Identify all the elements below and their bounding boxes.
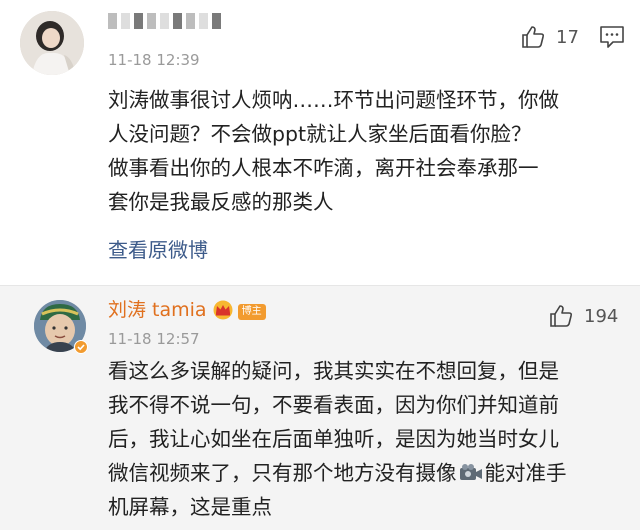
crown-icon (213, 300, 233, 320)
avatar-image (20, 11, 84, 75)
comment-line: 套你是我最反感的那类人 (108, 190, 334, 214)
reply-button[interactable] (598, 24, 626, 50)
video-camera-icon (459, 464, 482, 480)
comment-text: 看这么多误解的疑问，我其实实在不想回复，但是 我不得不说一句，不要看表面，因为你… (108, 354, 628, 524)
thumbs-up-icon (550, 305, 573, 327)
comment-line-text: 微信视频来了，只有那个地方没有摄像 (108, 461, 457, 485)
reply-card: 刘涛 tamia 博主 11-18 12:57 194 看这么多误解的疑问，我其… (0, 285, 640, 530)
comment-line: 看这么多误解的疑问，我其实实在不想回复，但是 (108, 359, 559, 383)
comment-text: 刘涛做事很讨人烦呐……环节出问题怪环节，你做 人没问题？不会做ppt就让人家坐后… (108, 83, 628, 219)
verified-icon (74, 340, 88, 354)
author-badge: 博主 (237, 304, 266, 320)
comment-line: 做事看出你的人根本不咋滴，离开社会奉承那一 (108, 156, 539, 180)
like-count: 194 (584, 305, 619, 327)
comment-card: 11-18 12:39 17 刘涛做事很讨人烦呐……环节出问题怪环节，你做 人没… (0, 0, 640, 285)
timestamp: 11-18 12:57 (108, 330, 200, 348)
thumbs-up-icon (522, 26, 545, 48)
view-original-link[interactable]: 查看原微博 (108, 236, 208, 264)
username-text: 刘涛 tamia (108, 299, 207, 321)
comment-line: 我不得不说一句，不要看表面，因为你们并知道前 (108, 393, 559, 417)
avatar[interactable] (20, 11, 84, 75)
like-count: 17 (556, 26, 579, 48)
username[interactable] (108, 8, 225, 32)
comment-line: 人没问题？不会做ppt就让人家坐后面看你脸？ (108, 122, 532, 146)
comment-line-text: 能对准手 (484, 461, 567, 485)
like-button[interactable]: 17 (520, 23, 579, 51)
like-button[interactable]: 194 (548, 302, 618, 330)
timestamp: 11-18 12:39 (108, 51, 200, 69)
username[interactable]: 刘涛 tamia 博主 (108, 298, 266, 322)
blurred-username (108, 9, 225, 31)
comment-line: 后，我让心如坐在后面单独听，是因为她当时女儿 (108, 427, 559, 451)
comment-line: 机屏幕，这是重点 (108, 495, 272, 519)
comment-icon (600, 26, 624, 48)
comment-line: 刘涛做事很讨人烦呐……环节出问题怪环节，你做 (108, 88, 559, 112)
comment-line: 微信视频来了，只有那个地方没有摄像 能对准手 (108, 456, 628, 490)
